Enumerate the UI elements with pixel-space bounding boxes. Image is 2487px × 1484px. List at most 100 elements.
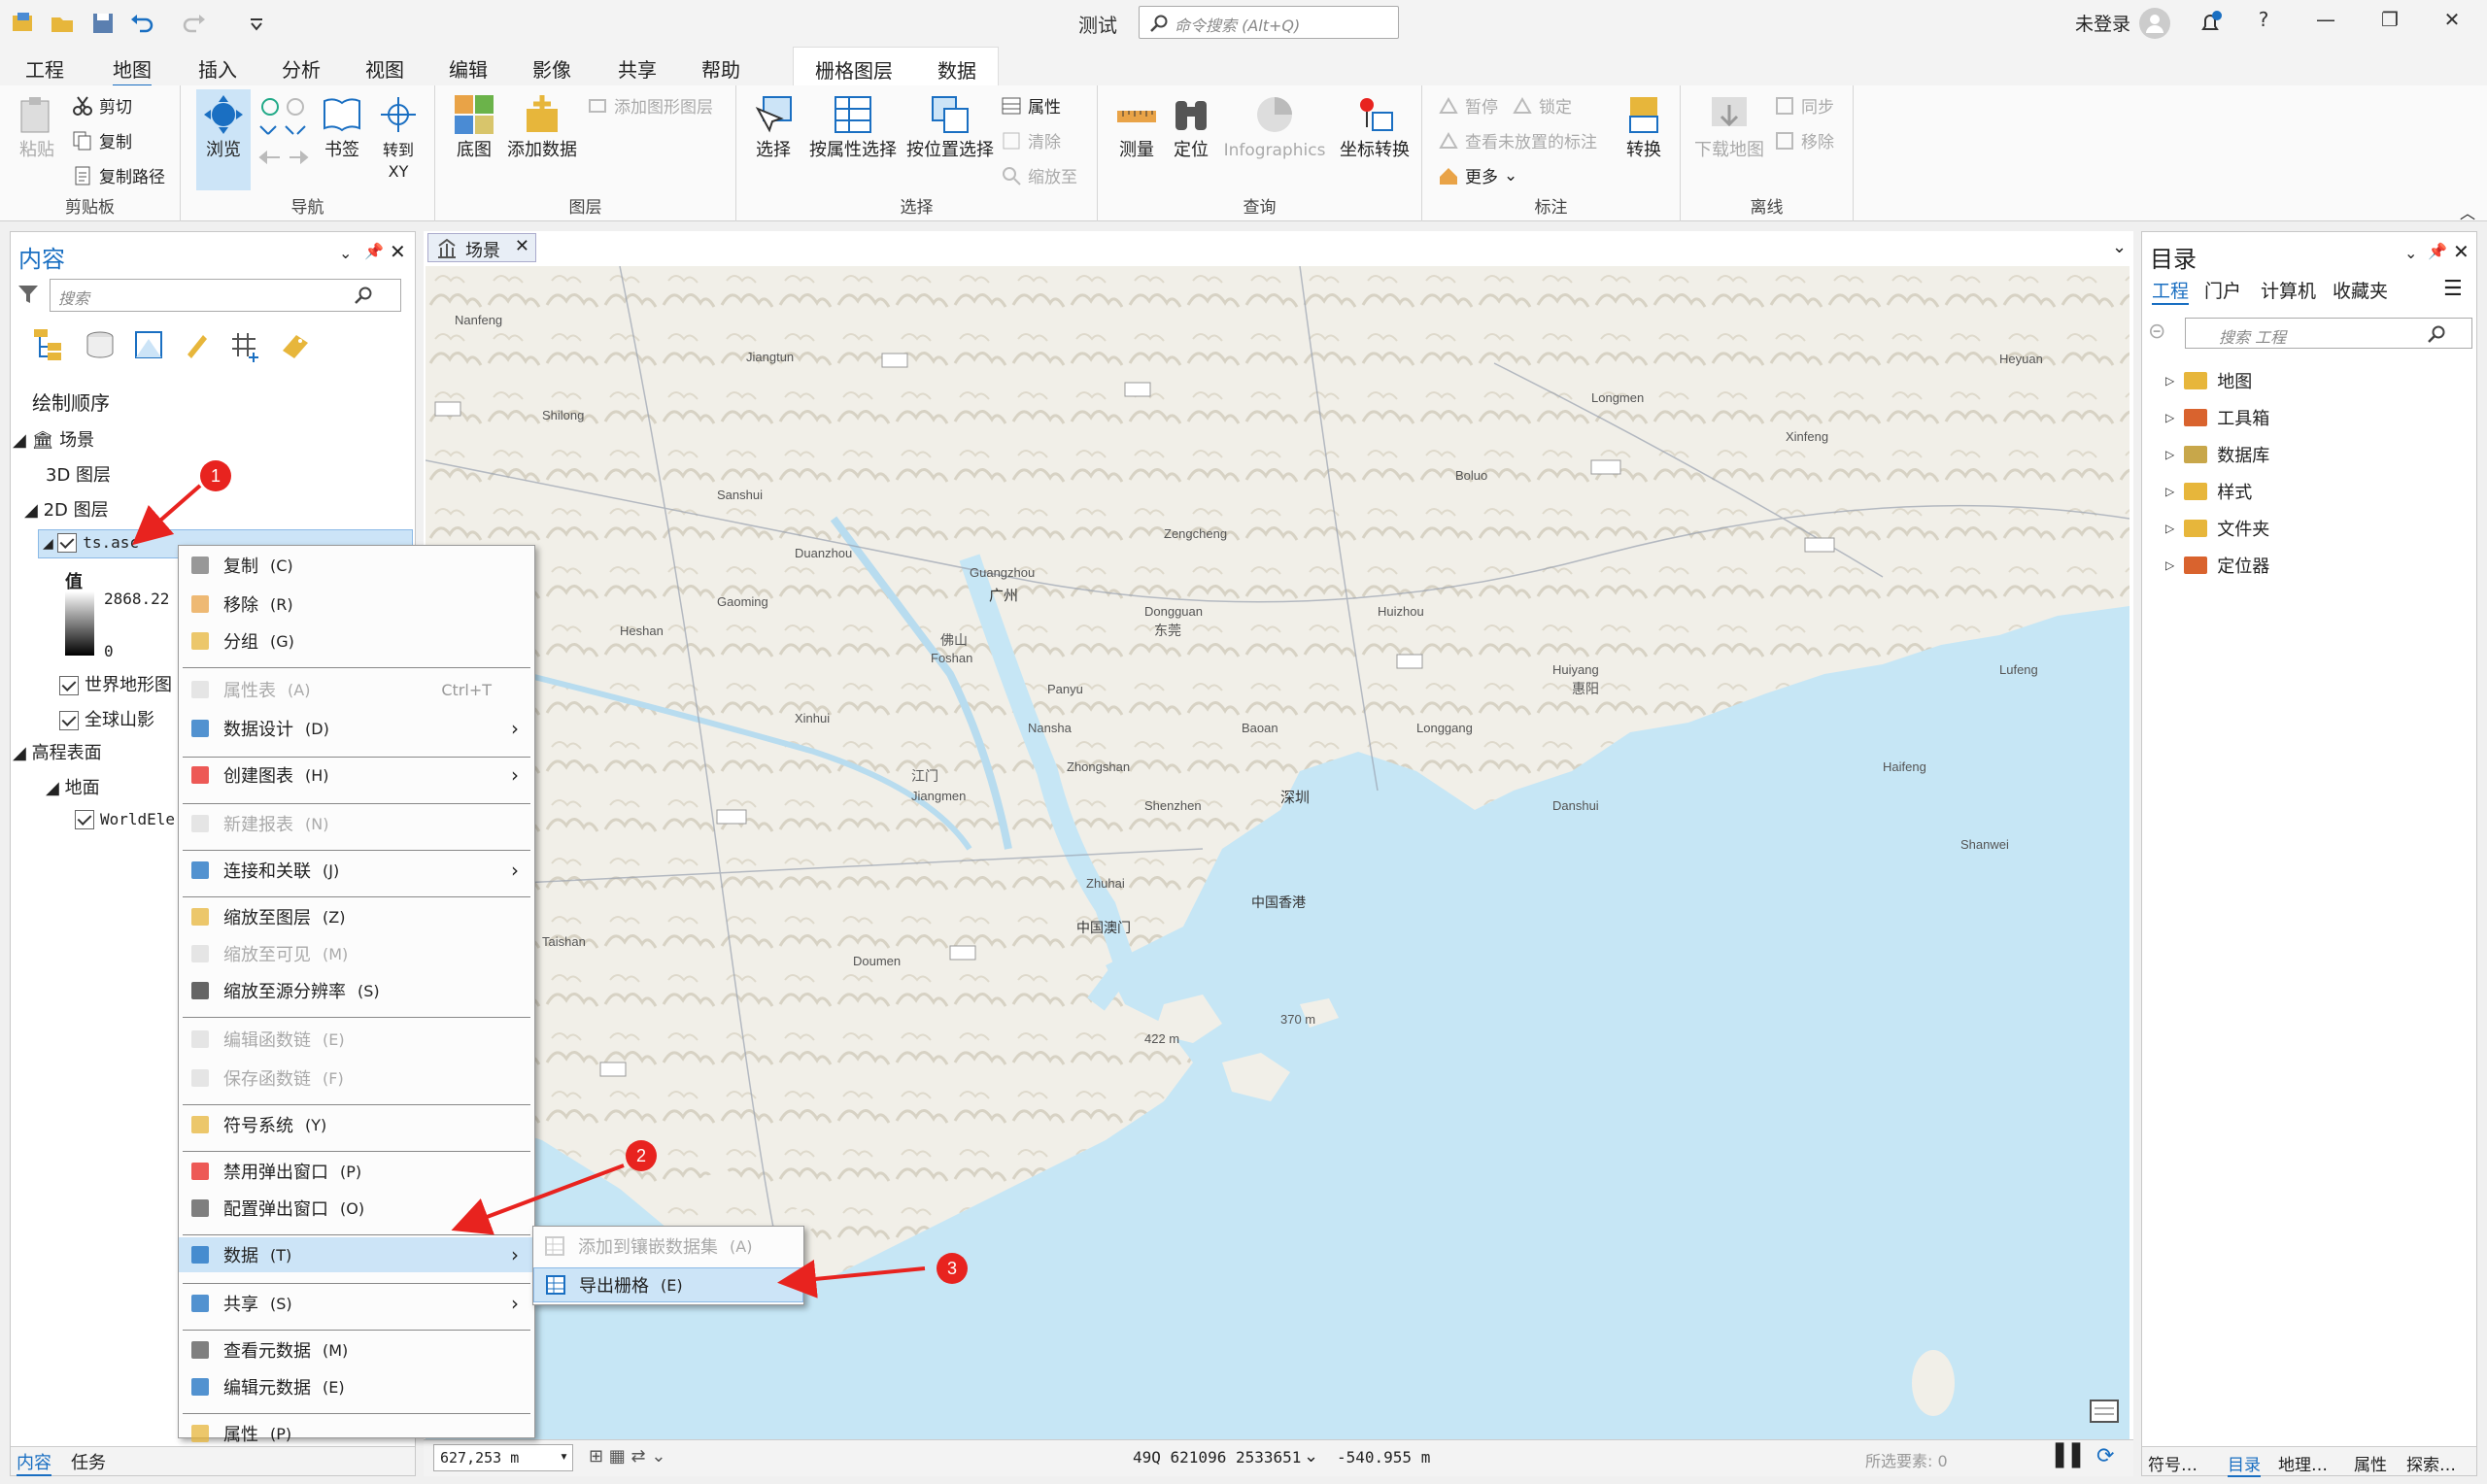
tab-edit[interactable]: 编辑 xyxy=(449,52,488,84)
tab-attributes[interactable]: 属性 xyxy=(2354,1451,2387,1475)
pin-icon[interactable]: 📌 xyxy=(364,242,384,260)
menu-item-zoom-source[interactable]: 缩放至源分辨率 (S) xyxy=(179,973,534,1008)
basemap-button[interactable]: 底图 xyxy=(449,93,499,161)
menu-item-view-metadata[interactable]: 查看元数据 (M) xyxy=(179,1332,534,1367)
tree-scene[interactable]: ◢ 🏛 场景 xyxy=(13,426,94,452)
more-labeling-button[interactable]: 更多 ⌄ xyxy=(1438,163,1517,187)
zoom-to-selection-button[interactable]: 缩放至 xyxy=(1001,163,1077,187)
tab-catalog[interactable]: 目录 xyxy=(2228,1451,2261,1477)
menu-item-table[interactable]: 属性表 (A) Ctrl+T xyxy=(179,672,534,707)
locate-button[interactable]: 定位 xyxy=(1166,93,1216,161)
catalog-item-toolboxes[interactable]: ▷ 工具箱 xyxy=(2165,405,2269,430)
menu-item-group[interactable]: 分组 (G) xyxy=(179,624,534,658)
close-pane-icon[interactable]: ✕ xyxy=(390,240,406,263)
tab-symbology[interactable]: 符号… xyxy=(2148,1451,2197,1475)
menu-item-disable-popup[interactable]: 禁用弹出窗口 (P) xyxy=(179,1154,534,1189)
catalog-item-styles[interactable]: ▷ 样式 xyxy=(2165,479,2252,504)
remove-offline-button[interactable]: 移除 xyxy=(1774,128,1834,152)
add-graphics-layer-button[interactable]: 添加图形图层 xyxy=(587,93,713,118)
tab-explore[interactable]: 探索… xyxy=(2406,1451,2456,1475)
clear-selection-button[interactable]: 清除 xyxy=(1001,128,1061,152)
convert-labels-button[interactable]: 转换 xyxy=(1617,93,1671,161)
minimize-button[interactable]: — xyxy=(2306,8,2345,37)
menu-item-edit-chain[interactable]: 编辑函数链 (E) xyxy=(179,1022,534,1057)
contents-search-input[interactable]: 搜索 xyxy=(50,279,401,312)
catalog-search-input[interactable]: 搜索 工程 xyxy=(2185,318,2472,349)
menu-item-share[interactable]: 共享 (S) › xyxy=(179,1286,534,1321)
close-tab-icon[interactable]: ✕ xyxy=(515,236,529,256)
catalog-tab-portal[interactable]: 门户 xyxy=(2204,277,2241,303)
filter-icon[interactable] xyxy=(17,283,40,306)
save-icon[interactable] xyxy=(89,10,117,37)
tab-contents[interactable]: 内容 xyxy=(17,1449,51,1476)
new-project-icon[interactable] xyxy=(10,10,37,37)
add-data-button[interactable]: 添加数据 xyxy=(505,93,579,161)
catalog-tab-project[interactable]: 工程 xyxy=(2152,277,2190,305)
elevation-visibility-checkbox[interactable] xyxy=(75,810,94,829)
menu-icon[interactable]: ☰ xyxy=(2443,277,2463,301)
tree-world-topo[interactable]: 世界地形图 xyxy=(59,671,172,696)
menu-item-properties[interactable]: 属性 (P) xyxy=(179,1416,534,1451)
tree-world-elevation[interactable]: WorldEle xyxy=(75,809,175,829)
undo-icon[interactable] xyxy=(128,10,155,37)
full-extent-icon[interactable] xyxy=(256,95,311,173)
coordinate-format-icon[interactable]: ⌄ xyxy=(1304,1446,1318,1467)
download-map-button[interactable]: 下载地图 xyxy=(1692,93,1766,161)
submenu-item-add-to-mosaic[interactable]: 添加到镶嵌数据集 (A) xyxy=(533,1229,803,1264)
map-overview-icon[interactable] xyxy=(2089,1399,2120,1424)
tab-project[interactable]: 工程 xyxy=(25,52,64,84)
list-by-drawing-order-icon[interactable] xyxy=(32,327,65,360)
menu-item-design[interactable]: 数据设计 (D) › xyxy=(179,711,534,746)
tab-tasks[interactable]: 任务 xyxy=(71,1449,106,1474)
pane-options-icon[interactable]: ⌄ xyxy=(2404,244,2417,262)
tab-imagery[interactable]: 影像 xyxy=(532,52,571,84)
tab-share[interactable]: 共享 xyxy=(618,52,657,84)
menu-item-data[interactable]: 数据 (T) › xyxy=(179,1237,534,1272)
sync-button[interactable]: 同步 xyxy=(1774,93,1834,118)
tab-analysis[interactable]: 分析 xyxy=(282,52,321,84)
open-project-icon[interactable] xyxy=(49,10,76,37)
goto-xy-button[interactable]: 转到 XY xyxy=(371,93,426,183)
paste-button[interactable]: 粘贴 xyxy=(12,93,62,161)
list-by-source-icon[interactable] xyxy=(85,329,116,360)
collapse-ribbon-icon[interactable]: ︿ xyxy=(2460,200,2475,223)
tree-2d-layers[interactable]: ◢ 2D 图层 xyxy=(24,496,109,522)
selected-features-count[interactable]: 所选要素: 0 xyxy=(1865,1448,1948,1471)
redo-icon[interactable] xyxy=(181,10,208,37)
copy-path-button[interactable]: 复制路径 xyxy=(72,163,165,187)
convert-coordinates-button[interactable]: 坐标转换 xyxy=(1333,93,1416,161)
tree-3d-layers[interactable]: 3D 图层 xyxy=(46,461,111,487)
back-icon[interactable]: ⊝ xyxy=(2148,320,2165,344)
refresh-icon[interactable]: ⟳ xyxy=(2096,1444,2114,1468)
menu-item-symbology[interactable]: 符号系统 (Y) xyxy=(179,1107,534,1142)
attributes-button[interactable]: 属性 xyxy=(1001,93,1061,118)
notification-icon[interactable] xyxy=(2196,8,2225,37)
menu-item-remove[interactable]: 移除 (R) xyxy=(179,587,534,622)
hillshade-visibility-checkbox[interactable] xyxy=(59,711,79,730)
tab-geoprocessing[interactable]: 地理… xyxy=(2278,1451,2328,1475)
tab-scene[interactable]: 场景 ✕ xyxy=(427,233,536,262)
catalog-item-locators[interactable]: ▷ 定位器 xyxy=(2165,553,2269,578)
infographics-button[interactable]: Infographics xyxy=(1220,93,1329,161)
tab-insert[interactable]: 插入 xyxy=(198,52,237,84)
pane-options-icon[interactable]: ⌄ xyxy=(339,244,352,262)
tab-view[interactable]: 视图 xyxy=(365,52,404,84)
view-unplaced-button[interactable]: 查看未放置的标注 xyxy=(1438,128,1597,152)
catalog-tab-favorites[interactable]: 收藏夹 xyxy=(2333,277,2388,303)
bookmarks-button[interactable]: 书签 xyxy=(317,93,367,161)
menu-item-zoom-visible[interactable]: 缩放至可见 (M) xyxy=(179,936,534,971)
copy-button[interactable]: 复制 xyxy=(72,128,132,152)
avatar[interactable] xyxy=(2139,8,2170,39)
menu-item-chart[interactable]: 创建图表 (H) › xyxy=(179,758,534,793)
explore-button[interactable]: 浏览 xyxy=(196,89,251,190)
catalog-item-databases[interactable]: ▷ 数据库 xyxy=(2165,442,2269,467)
help-icon[interactable]: ? xyxy=(2244,8,2283,37)
select-button[interactable]: 选择 xyxy=(750,93,797,161)
catalog-item-maps[interactable]: ▷ 地图 xyxy=(2165,368,2252,393)
list-by-selection-icon[interactable] xyxy=(133,329,164,360)
customize-toolbar-icon[interactable] xyxy=(243,10,270,37)
pause-labels-button[interactable]: 暂停 xyxy=(1438,93,1498,118)
menu-item-configure-popup[interactable]: 配置弹出窗口 (O) xyxy=(179,1191,534,1226)
menu-item-save-chain[interactable]: 保存函数链 (F) xyxy=(179,1061,534,1096)
submenu-item-export-raster[interactable]: 导出栅格 (E) xyxy=(533,1267,803,1302)
